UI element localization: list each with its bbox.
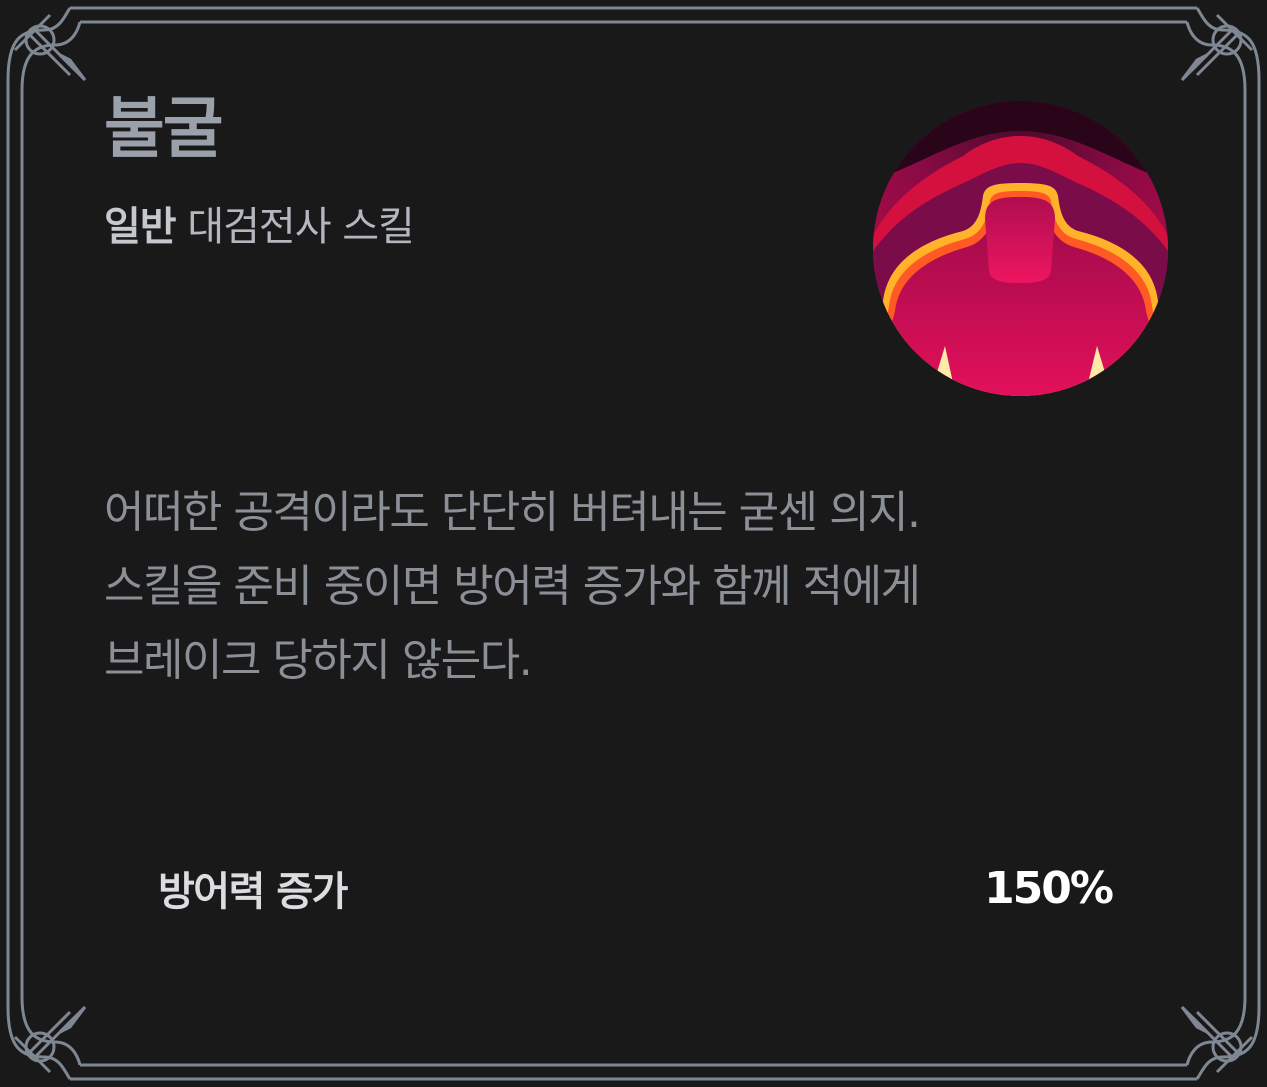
description-line: 브레이크 당하지 않는다. [104,635,533,686]
stat-label: 방어력 증가 [158,869,348,915]
skill-name: 불굴 [104,90,223,167]
stat-value: 150% [984,862,1114,914]
fortitude-skill-icon [873,101,1168,396]
skill-description: 어떠한 공격이라도 단단히 버텨내는 굳센 의지. 스킬을 준비 중이면 방어력… [104,476,1104,698]
skill-subtitle: 일반 대검전사 스킬 [104,204,415,250]
description-line: 어떠한 공격이라도 단단히 버텨내는 굳센 의지. [104,487,921,538]
skill-grade: 일반 [104,204,177,250]
skill-tooltip-card: 불굴 일반 대검전사 스킬 어떠한 공격이라도 단단히 버텨내는 굳센 의지. … [0,0,1267,1087]
skill-category: 대검전사 스킬 [187,204,415,250]
stat-row-defense: 방어력 증가 150% [158,858,1114,918]
description-line: 스킬을 준비 중이면 방어력 증가와 함께 적에게 [104,561,921,612]
corner-ornament-icon [6,7,87,91]
